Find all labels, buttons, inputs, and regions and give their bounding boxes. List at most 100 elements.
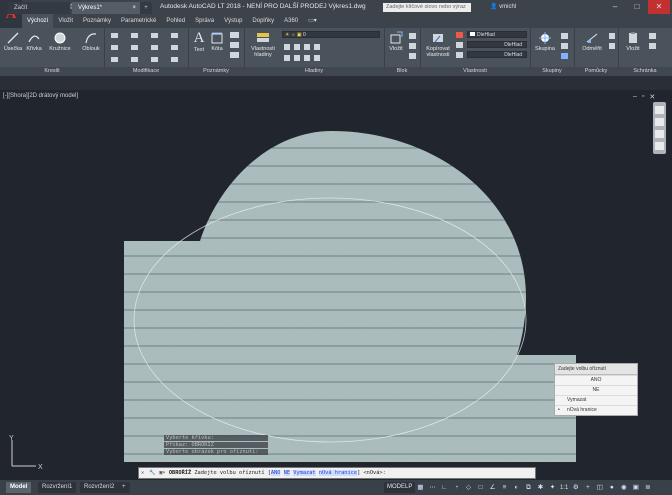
option-yes[interactable]: ANO	[270, 470, 281, 476]
lineweight-icon[interactable]: ≡	[500, 483, 509, 492]
layer-dropdown[interactable]: ☀ ☼ ▣ 0	[282, 31, 380, 38]
transparency-icon[interactable]: ◐	[512, 483, 521, 492]
isolate-icon[interactable]: ●	[607, 483, 616, 492]
option-new-boundary[interactable]: nOvá hranice	[318, 470, 358, 476]
layout-tab-layout1[interactable]: Rozvržení1	[38, 482, 77, 493]
model-space-toggle[interactable]: MODELP	[384, 482, 416, 493]
close-icon[interactable]: ✕	[139, 470, 146, 476]
panel-annotation-title[interactable]: Poznámky	[188, 67, 244, 76]
polyline-tool[interactable]: Křivka	[24, 31, 44, 52]
rotate-icon	[131, 33, 138, 38]
command-history: Vyberte křivku: Příkaz: OBROŘÍŽ Vyberte …	[164, 435, 268, 456]
osnap-icon[interactable]: □	[476, 483, 485, 492]
layout-tab-model[interactable]: Model	[6, 482, 32, 493]
color-dropdown[interactable]: DleHlad	[467, 31, 527, 38]
window-title: Autodesk AutoCAD LT 2018 - NENÍ PRO DALŠ…	[160, 3, 366, 10]
annotation-scale[interactable]: 1:1	[560, 485, 568, 491]
ortho-icon[interactable]: ∟	[440, 483, 449, 492]
recent-commands-icon[interactable]: ▣▾	[159, 470, 165, 476]
tab-insert[interactable]: Vložit	[53, 14, 78, 28]
new-doc-tab-button[interactable]: +	[140, 2, 152, 14]
tab-annotate[interactable]: Poznámky	[78, 14, 116, 28]
lineweight-dropdown[interactable]: DleHlad	[467, 41, 527, 48]
menu-item-yes[interactable]: ANO	[555, 375, 637, 385]
menu-item-new-boundary[interactable]: • nOvá hranice	[555, 405, 637, 415]
command-line[interactable]: ✕ 🔧 ▣▾ OBROŘÍŽ Zadejte volbu oříznutí [A…	[138, 467, 536, 479]
close-icon[interactable]: ✕	[648, 0, 670, 14]
panel-draw-title[interactable]: Kreslit	[0, 67, 104, 76]
plus-icon[interactable]: +	[583, 483, 592, 492]
text-tool[interactable]: A Text	[190, 30, 208, 53]
tab-output[interactable]: Výstup	[219, 14, 247, 28]
option-delete[interactable]: Vymazat	[293, 470, 316, 476]
window-controls: – □ ✕	[604, 0, 672, 14]
panel-groups-title[interactable]: Skupiny	[530, 67, 574, 76]
panel-clipboard-title[interactable]: Schránka	[618, 67, 672, 76]
isodraft-icon[interactable]: ◇	[464, 483, 473, 492]
arc-tool[interactable]: Oblouk	[80, 31, 102, 52]
new-layout-button[interactable]: +	[118, 482, 130, 493]
grid-icon[interactable]: ▦	[416, 483, 425, 492]
paste-tool[interactable]: Vložit	[621, 31, 645, 52]
panel-utilities-title[interactable]: Pomůcky	[574, 67, 618, 76]
menu-item-no[interactable]: NE	[555, 385, 637, 395]
search-input[interactable]: Zadejte klíčové slovo nebo výraz	[383, 3, 471, 12]
hardware-acceleration-icon[interactable]: ◉	[619, 483, 628, 492]
circle-label: Kružnice	[49, 46, 71, 52]
panel-layers-title[interactable]: Hladiny	[244, 67, 384, 76]
line-icon	[7, 32, 19, 44]
minimize-icon[interactable]: –	[604, 0, 626, 14]
option-no[interactable]: NE	[283, 470, 291, 476]
selection-cycling-icon[interactable]: ⧉	[524, 483, 533, 492]
polar-icon[interactable]: ◔	[452, 483, 461, 492]
clean-screen-icon[interactable]: ▣	[631, 483, 640, 492]
panel-block-title[interactable]: Blok	[384, 67, 420, 76]
circle-tool[interactable]: Kružnice	[48, 31, 72, 52]
tab-view[interactable]: Pohled	[161, 14, 190, 28]
drawing-canvas[interactable]	[0, 90, 672, 480]
navigation-bar[interactable]	[653, 102, 666, 154]
snap-icon[interactable]: ⋯	[428, 483, 437, 492]
maximize-icon[interactable]: □	[626, 0, 648, 14]
annotation-visibility-icon[interactable]: ✱	[536, 483, 545, 492]
match-properties-tool[interactable]: Kopírovat vlastnosti	[422, 31, 454, 58]
doc-tab-drawing1[interactable]: Výkres1* ×	[72, 2, 140, 14]
tab-addins[interactable]: Doplňky	[247, 14, 279, 28]
panel-properties-title[interactable]: Vlastnosti	[420, 67, 530, 76]
dimension-tool[interactable]: Kóta	[208, 31, 226, 52]
group-tool[interactable]: Skupina	[533, 31, 557, 52]
arc-icon	[85, 33, 97, 44]
ribbon-toggle-icon[interactable]: ▭▾	[303, 14, 322, 28]
minimize-icon[interactable]: –	[633, 93, 637, 101]
line-tool[interactable]: Úsečka	[3, 31, 23, 52]
tab-manage[interactable]: Správa	[190, 14, 219, 28]
layout-tab-layout2[interactable]: Rozvržení2	[80, 482, 119, 493]
otrack-icon[interactable]: ∠	[488, 483, 497, 492]
insert-block-icon	[390, 31, 403, 44]
tab-home[interactable]: Výchozí	[22, 14, 54, 28]
layer-properties-tool[interactable]: Vlastnosti hladiny	[247, 31, 279, 58]
customize-icon[interactable]: 🔧	[149, 470, 156, 476]
close-icon[interactable]: ✕	[649, 93, 655, 101]
svg-text:X: X	[38, 464, 43, 471]
panel-modify-title[interactable]: Modifikace	[104, 67, 188, 76]
user-account[interactable]: 👤 vmichl	[490, 3, 516, 10]
tab-parametric[interactable]: Parametrické	[116, 14, 161, 28]
workspace-icon[interactable]: ◫	[595, 483, 604, 492]
restore-icon[interactable]: ▫	[642, 93, 644, 101]
customize-icon[interactable]: ≣	[643, 483, 652, 492]
dimension-icon	[211, 32, 223, 44]
close-icon[interactable]: ×	[132, 2, 136, 14]
tab-a360[interactable]: A360	[279, 14, 303, 28]
menu-item-delete[interactable]: Vymazat	[555, 395, 637, 405]
copy-icon	[111, 45, 118, 50]
viewport-controls[interactable]: [-][Shora][2D drátový model]	[3, 93, 78, 99]
linetype-value: DleHlad	[504, 52, 522, 58]
settings-icon[interactable]: ⚙	[571, 483, 580, 492]
command-suffix: ] <nOvá>:	[357, 470, 386, 476]
measure-tool[interactable]: Odměřit	[577, 31, 607, 52]
autoscale-icon[interactable]: ✦	[548, 483, 557, 492]
linetype-dropdown[interactable]: DleHlad	[467, 51, 527, 58]
insert-block-tool[interactable]: Vložit	[386, 31, 406, 52]
doc-tab-start[interactable]: Začít	[8, 2, 70, 14]
